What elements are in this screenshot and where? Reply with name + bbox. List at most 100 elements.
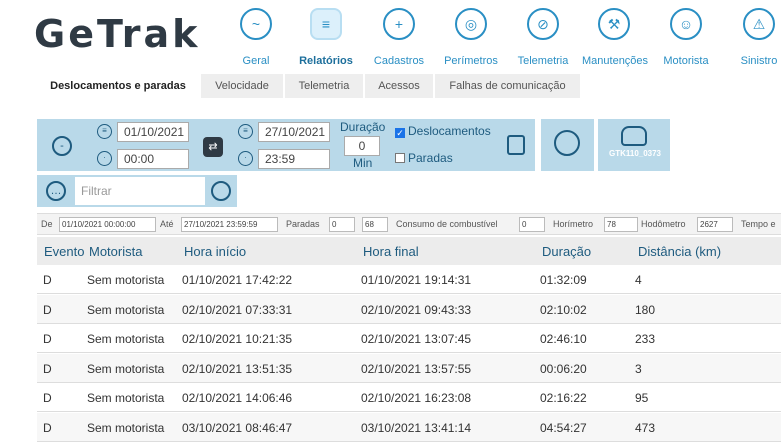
table-row[interactable]: D Sem motorista 01/10/2021 17:42:22 01/10/2… (37, 265, 781, 294)
nav-motorista[interactable]: ☺ Motorista (654, 6, 718, 67)
col-duracao[interactable]: Duração (542, 244, 591, 259)
cell-motorista: Sem motorista (87, 420, 165, 435)
paradas-input[interactable]: 0 (329, 217, 355, 232)
nav-cadastros[interactable]: + Cadastros (367, 6, 431, 67)
tempo-label: Tempo e (741, 219, 776, 229)
cell-evento: D (43, 273, 52, 287)
nav-label: Motorista (663, 55, 709, 67)
cell-duracao: 02:46:10 (540, 332, 587, 346)
col-hora-inicio[interactable]: Hora início (184, 244, 246, 259)
target-icon: ◎ (455, 8, 487, 40)
cell-hora-inicio: 03/10/2021 08:46:47 (182, 420, 293, 435)
getrak-logo: GeTrak (34, 12, 201, 56)
table-row[interactable]: D Sem motorista 03/10/2021 08:46:47 03/10/2… (37, 412, 781, 442)
print-icon[interactable] (507, 135, 525, 155)
chk-paradas[interactable]: Paradas (395, 151, 453, 165)
cell-duracao: 00:06:20 (540, 361, 587, 376)
table-row[interactable]: D Sem motorista 02/10/2021 14:06:46 02/10/2… (37, 383, 781, 412)
horimetro-label: Horímetro (553, 219, 594, 229)
col-motorista[interactable]: Motorista (89, 244, 142, 259)
nav-perimetros[interactable]: ◎ Perímetros (439, 6, 503, 67)
report-icon: ≡ (310, 8, 342, 40)
start-time-input[interactable]: 00:00 (117, 149, 189, 169)
col-hora-final[interactable]: Hora final (363, 244, 419, 259)
start-date-input[interactable]: 01/10/2021 (117, 122, 189, 142)
time-icon: · (97, 151, 112, 166)
calendar-icon: ≡ (238, 124, 253, 139)
paradas-input-2[interactable]: 68 (362, 217, 388, 232)
paradas-label: Paradas (286, 219, 320, 229)
cell-duracao: 02:10:02 (540, 302, 587, 317)
cell-motorista: Sem motorista (87, 332, 165, 346)
tab-acessos[interactable]: Acessos (365, 74, 433, 98)
cell-distancia: 473 (635, 420, 656, 435)
ate-input[interactable]: 27/10/2021 23:59:59 (181, 217, 278, 232)
cell-duracao: 04:54:27 (540, 420, 587, 435)
filter-search-icon[interactable] (211, 181, 231, 201)
cell-distancia: 180 (635, 302, 656, 317)
clock-icon[interactable]: - (52, 136, 72, 156)
duration-input[interactable]: 0 (344, 136, 380, 156)
cell-evento: D (43, 361, 52, 376)
cell-duracao: 02:16:22 (540, 391, 587, 405)
table-row[interactable]: D Sem motorista 02/10/2021 07:33:31 02/10/2… (37, 294, 781, 324)
car-icon (621, 126, 647, 146)
time-icon: · (238, 151, 253, 166)
filter-input[interactable]: Filtrar (75, 177, 205, 205)
driver-icon: ☺ (670, 8, 702, 40)
cell-hora-final: 03/10/2021 13:41:14 (361, 420, 472, 435)
cell-hora-inicio: 02/10/2021 13:51:35 (182, 361, 293, 376)
nav-label: Cadastros (373, 55, 425, 67)
cell-hora-inicio: 02/10/2021 07:33:31 (182, 302, 293, 317)
table-header: Evento Motorista Hora início Hora final … (37, 237, 781, 265)
nav-geral[interactable]: ~ Geral (224, 6, 288, 67)
col-distancia[interactable]: Distância (km) (638, 244, 721, 259)
nav-label: Geral (242, 55, 270, 67)
cell-hora-inicio: 02/10/2021 10:21:35 (182, 332, 293, 346)
checkbox-empty-icon[interactable] (395, 153, 405, 163)
checkbox-label: Deslocamentos (408, 124, 491, 138)
nav-relatorios[interactable]: ≡ Relatórios (294, 6, 358, 67)
nav-manutencoes[interactable]: ⚒ Manutenções (582, 6, 649, 67)
nav-telemetria[interactable]: ⊘ Telemetria (511, 6, 575, 67)
chk-deslocamentos[interactable]: ✓ Deslocamentos (395, 124, 491, 138)
hodometro-input[interactable]: 2627 (697, 217, 733, 232)
hodometro-label: Hodômetro (641, 219, 686, 229)
nav-label: Perímetros (444, 55, 498, 67)
tab-velocidade[interactable]: Velocidade (201, 74, 283, 98)
horimetro-input[interactable]: 78 (604, 217, 638, 232)
link-icon[interactable]: ⇄ (203, 137, 223, 157)
cell-distancia: 3 (635, 361, 642, 376)
end-time-input[interactable]: 23:59 (258, 149, 330, 169)
tab-deslocamentos[interactable]: Deslocamentos e paradas (37, 74, 199, 98)
tab-telemetria[interactable]: Telemetria (285, 74, 363, 98)
cell-evento: D (43, 302, 52, 317)
col-evento[interactable]: Evento (44, 244, 84, 259)
alarm-icon: ⚠ (743, 8, 775, 40)
cell-motorista: Sem motorista (87, 302, 165, 317)
cell-evento: D (43, 420, 52, 435)
tab-falhas[interactable]: Falhas de comunicação (435, 74, 580, 98)
vehicle-plate: GTK110_0373 (608, 149, 662, 158)
nav-label: Sinistro (740, 55, 778, 67)
nav-sinistro[interactable]: ⚠ Sinistro (727, 6, 781, 67)
cell-distancia: 4 (635, 273, 642, 287)
de-input[interactable]: 01/10/2021 00:00:00 (59, 217, 156, 232)
table-row[interactable]: D Sem motorista 02/10/2021 13:51:35 02/10/2… (37, 353, 781, 383)
cell-evento: D (43, 332, 52, 346)
wrench-icon: ⚒ (598, 8, 630, 40)
cell-hora-final: 02/10/2021 09:43:33 (361, 302, 472, 317)
cell-motorista: Sem motorista (87, 273, 165, 287)
checkbox-checked-icon[interactable]: ✓ (395, 128, 405, 138)
cell-distancia: 95 (635, 391, 649, 405)
cell-hora-inicio: 02/10/2021 14:06:46 (182, 391, 293, 405)
consumo-input[interactable]: 0 (519, 217, 545, 232)
end-date-input[interactable]: 27/10/2021 (258, 122, 330, 142)
more-options-icon[interactable]: … (46, 181, 66, 201)
cell-hora-final: 01/10/2021 19:14:31 (361, 273, 472, 287)
cell-motorista: Sem motorista (87, 361, 165, 376)
cell-hora-final: 02/10/2021 16:23:08 (361, 391, 472, 405)
nav-label: Manutenções (582, 55, 649, 67)
table-row[interactable]: D Sem motorista 02/10/2021 10:21:35 02/10/2… (37, 324, 781, 353)
cell-hora-final: 02/10/2021 13:07:45 (361, 332, 472, 346)
